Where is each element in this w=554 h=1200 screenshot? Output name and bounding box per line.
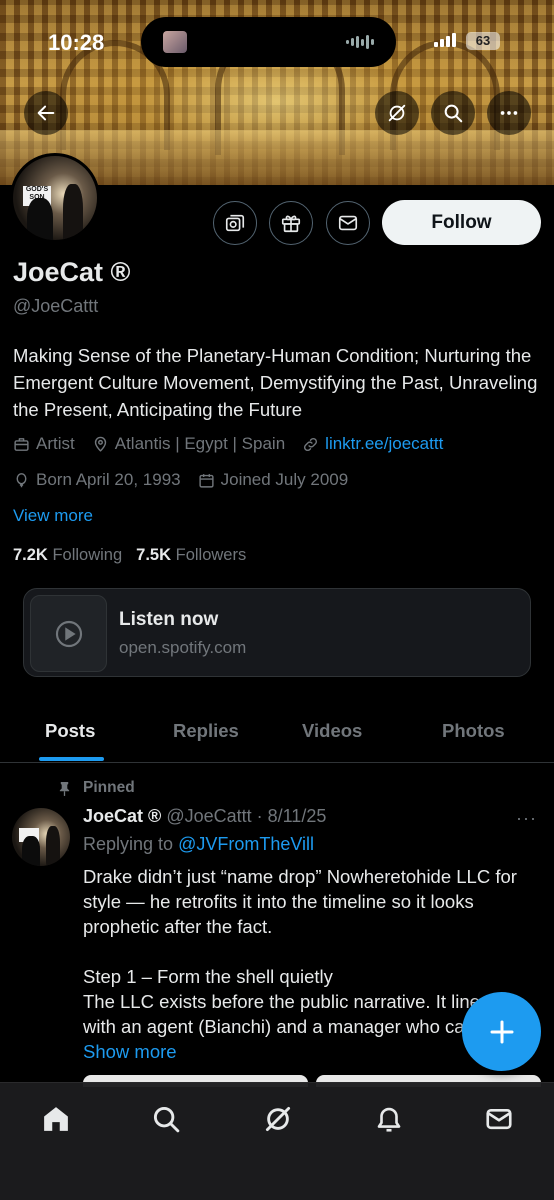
compose-post-button[interactable]: [462, 992, 541, 1071]
profile-handle: @JoeCattt: [13, 296, 99, 316]
play-circle-icon: [55, 620, 82, 647]
nav-search[interactable]: [150, 1103, 182, 1135]
join-date-text: Joined July 2009: [220, 470, 349, 489]
now-playing-thumbnail: [163, 31, 187, 53]
grok-button[interactable]: [375, 91, 419, 135]
message-button[interactable]: [326, 201, 370, 245]
link-card-thumbnail: [30, 595, 107, 672]
profession-text: Artist: [36, 434, 75, 453]
ellipsis-icon: [500, 111, 518, 115]
dynamic-island[interactable]: [141, 17, 396, 67]
post-author-avatar[interactable]: [12, 808, 70, 866]
following-stat[interactable]: 7.2K Following: [13, 546, 122, 565]
calendar-icon: [199, 473, 214, 488]
post-author-name[interactable]: JoeCat ®: [83, 806, 161, 826]
join-date: Joined July 2009: [198, 470, 349, 490]
link-card-url: open.spotify.com: [119, 638, 247, 657]
profession: Artist: [13, 434, 75, 454]
mail-icon: [338, 215, 358, 231]
link-card-title: Listen now: [119, 609, 219, 630]
location-text: Atlantis | Egypt | Spain: [114, 434, 286, 453]
profile-link-text[interactable]: linktr.ee/joecattt: [325, 434, 443, 454]
grok-icon: [265, 1106, 291, 1132]
post-author-handle-date: @JoeCattt · 8/11/25: [166, 806, 327, 826]
following-count: 7.2K: [13, 546, 48, 564]
post-header: JoeCat ® @JoeCattt · 8/11/25: [83, 806, 326, 827]
profile-link[interactable]: linktr.ee/joecattt: [302, 434, 443, 454]
subscribe-icon: [225, 214, 245, 232]
search-icon: [444, 104, 463, 123]
show-more-link[interactable]: Show more: [83, 1041, 177, 1062]
pinned-text: Pinned: [83, 779, 135, 796]
search-icon: [153, 1106, 180, 1133]
back-button[interactable]: [24, 91, 68, 135]
briefcase-icon: [14, 437, 29, 451]
subscribe-button[interactable]: [213, 201, 257, 245]
tab-videos[interactable]: Videos: [302, 720, 362, 742]
search-button[interactable]: [431, 91, 475, 135]
profile-bio: Making Sense of the Planetary-Human Cond…: [13, 345, 538, 420]
tab-replies[interactable]: Replies: [173, 720, 239, 742]
profile-name: JoeCat ®: [13, 257, 131, 287]
post-step-title: Step 1 – Form the shell quietly: [83, 966, 333, 987]
replying-to: Replying to @JVFromTheVill: [83, 834, 314, 855]
post-more-button[interactable]: ···: [516, 808, 537, 829]
profile-meta-row-2: Born April 20, 1993 Joined July 2009: [13, 470, 365, 490]
followers-count: 7.5K: [136, 546, 172, 564]
arrow-left-icon: [37, 105, 55, 121]
view-more-link[interactable]: View more: [13, 506, 93, 526]
battery-indicator: 63: [466, 32, 500, 50]
profile-meta-row-1: Artist Atlantis | Egypt | Spain linktr.e…: [13, 434, 460, 454]
nav-grok[interactable]: [262, 1103, 294, 1135]
birthday-text: Born April 20, 1993: [36, 470, 181, 489]
birthday: Born April 20, 1993: [13, 470, 181, 490]
gift-button[interactable]: [269, 201, 313, 245]
tab-photos[interactable]: Photos: [442, 720, 505, 742]
location: Atlantis | Egypt | Spain: [92, 434, 285, 454]
profile-tabs: Posts Replies Videos Photos: [0, 700, 554, 763]
pin-icon: [59, 781, 70, 796]
notifications-icon: [377, 1107, 401, 1132]
followers-stat[interactable]: 7.5K Followers: [136, 546, 246, 565]
follow-button[interactable]: Follow: [382, 200, 541, 245]
link-icon: [304, 437, 318, 451]
audio-waveform-icon: [346, 35, 374, 49]
link-card[interactable]: Listen now open.spotify.com: [23, 588, 531, 677]
profile-avatar[interactable]: GOD'S SON: [10, 153, 100, 243]
balloon-icon: [16, 472, 27, 487]
followers-label: Followers: [175, 546, 247, 564]
nav-messages[interactable]: [483, 1103, 515, 1135]
active-tab-indicator: [39, 757, 104, 761]
replying-prefix: Replying to: [83, 834, 179, 854]
nav-notifications[interactable]: [373, 1103, 405, 1135]
status-bar: 10:28 63: [0, 0, 554, 80]
slash-circle-icon: [388, 104, 406, 122]
location-pin-icon: [94, 436, 106, 452]
pinned-label: Pinned: [58, 779, 135, 797]
plus-icon: [490, 1020, 513, 1043]
gift-icon: [281, 215, 301, 233]
bottom-navigation: [0, 1082, 554, 1200]
follow-counts: 7.2K Following 7.5K Followers: [13, 546, 246, 565]
post-step-body: The LLC exists before the public narrati…: [83, 991, 515, 1037]
more-options-button[interactable]: [487, 91, 531, 135]
post-paragraph-1: Drake didn’t just “name drop” Nowheretoh…: [83, 866, 517, 937]
cellular-signal-icon: [434, 33, 456, 47]
messages-icon: [486, 1108, 512, 1130]
nav-home[interactable]: [40, 1103, 72, 1135]
tab-posts[interactable]: Posts: [45, 720, 95, 742]
home-icon: [44, 1107, 68, 1131]
following-label: Following: [52, 546, 123, 564]
status-time: 10:28: [48, 30, 105, 55]
replying-to-handle[interactable]: @JVFromTheVill: [178, 834, 314, 854]
